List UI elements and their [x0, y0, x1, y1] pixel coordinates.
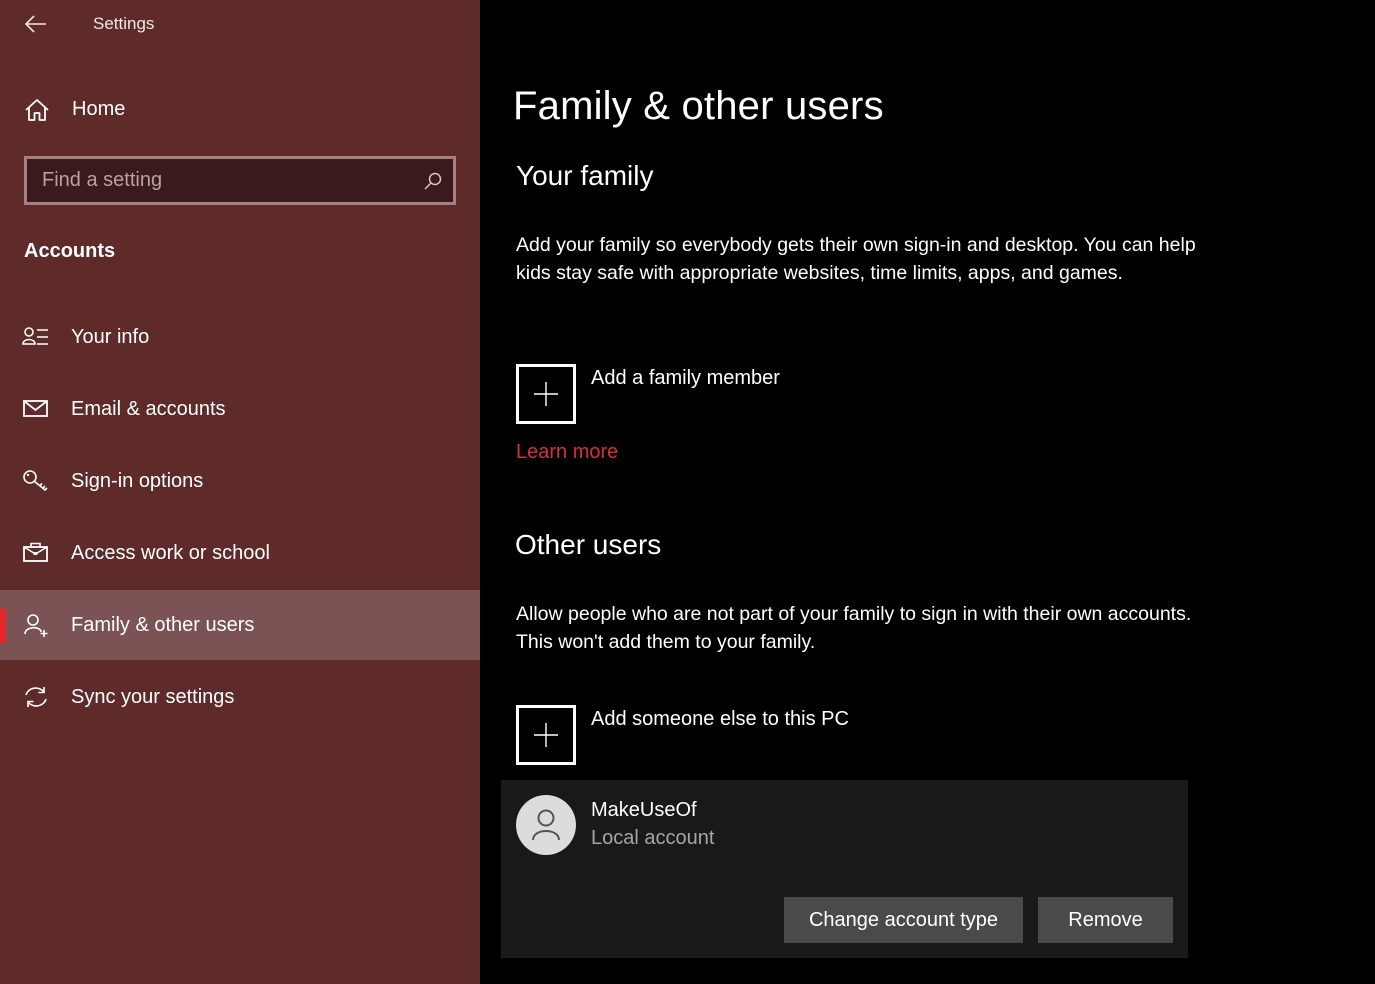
contact-card-icon [22, 327, 48, 345]
sidebar-item-label: Sign-in options [71, 470, 204, 492]
account-type: Local account [591, 827, 715, 849]
briefcase-icon [23, 542, 48, 562]
change-account-type-button[interactable]: Change account type [784, 897, 1023, 943]
add-family-member-label: Add a family member [591, 367, 780, 389]
main-content: Family & other users Your family Add you… [480, 0, 1375, 984]
avatar [516, 795, 576, 855]
user-card[interactable]: MakeUseOf Local account Change account t… [501, 780, 1188, 958]
remove-button[interactable]: Remove [1038, 897, 1173, 943]
active-indicator [0, 609, 6, 643]
plus-icon [534, 382, 558, 406]
home-icon [25, 99, 49, 121]
key-icon [23, 470, 48, 492]
app-title: Settings [93, 14, 155, 33]
title-bar: Settings [0, 0, 480, 50]
add-person-icon [24, 614, 48, 637]
sidebar-item-label: Sync your settings [71, 686, 235, 708]
learn-more-link[interactable]: Learn more [516, 441, 618, 464]
search-input[interactable] [27, 159, 453, 202]
page-title: Family & other users [513, 84, 884, 128]
sidebar-item-family-other-users[interactable]: Family & other users [0, 590, 480, 660]
plus-icon [534, 723, 558, 747]
search-box[interactable] [24, 156, 456, 205]
sidebar: Settings Home Accounts Your info Email &… [0, 0, 480, 984]
sidebar-item-label: Family & other users [71, 614, 255, 636]
sidebar-item-label: Home [72, 98, 126, 120]
user-icon [532, 809, 560, 841]
plus-box [516, 364, 576, 424]
add-family-member-button[interactable]: Add a family member [516, 364, 1016, 424]
sidebar-item-email-accounts[interactable]: Email & accounts [0, 374, 480, 444]
sidebar-item-label: Email & accounts [71, 398, 226, 420]
sidebar-item-your-info[interactable]: Your info [0, 302, 480, 372]
sidebar-item-access-work-school[interactable]: Access work or school [0, 518, 480, 588]
back-button[interactable] [20, 10, 52, 38]
add-someone-else-button[interactable]: Add someone else to this PC [516, 705, 1016, 765]
sync-icon [25, 687, 47, 707]
your-family-description: Add your family so everybody gets their … [516, 234, 1196, 284]
back-arrow-icon [25, 15, 46, 33]
sidebar-item-home[interactable]: Home [0, 86, 480, 134]
add-someone-else-label: Add someone else to this PC [591, 708, 849, 730]
plus-box [516, 705, 576, 765]
search-icon[interactable] [423, 171, 443, 191]
your-family-heading: Your family [516, 160, 654, 191]
user-name: MakeUseOf [591, 799, 697, 821]
mail-icon [23, 400, 48, 417]
sidebar-item-label: Your info [71, 326, 150, 348]
section-title: Accounts [24, 240, 116, 262]
sidebar-item-label: Access work or school [71, 542, 270, 564]
sidebar-item-sign-in-options[interactable]: Sign-in options [0, 446, 480, 516]
other-users-heading: Other users [515, 529, 662, 560]
other-users-description: Allow people who are not part of your fa… [516, 603, 1192, 653]
sidebar-item-sync-settings[interactable]: Sync your settings [0, 662, 480, 732]
